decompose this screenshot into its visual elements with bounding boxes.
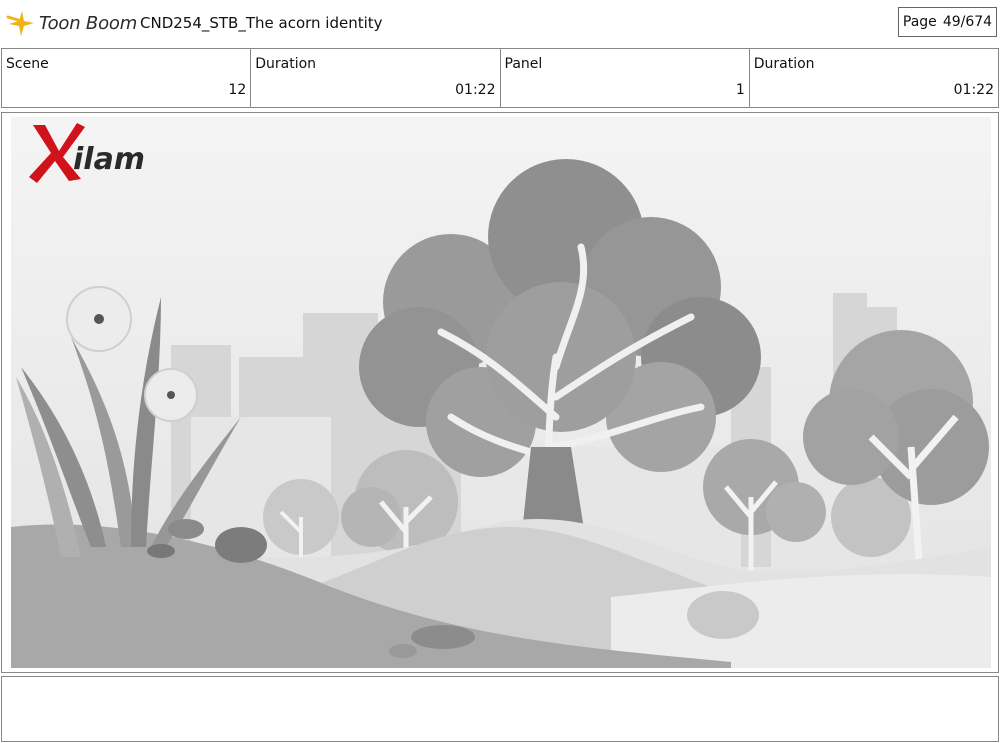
panel-value: 1: [735, 82, 745, 98]
panel-label: Panel: [504, 56, 543, 72]
scene-duration-value: 01:22: [455, 82, 496, 98]
scene-cell: Scene 12: [2, 49, 252, 107]
panel-duration-label: Duration: [753, 56, 815, 72]
scene-value: 12: [228, 82, 247, 98]
toon-boom-logo: Toon Boom: [6, 6, 137, 40]
document-title: CND254_STB_The acorn identity: [140, 14, 383, 32]
logo-text: Toon Boom: [39, 12, 138, 34]
scene-duration-label: Duration: [255, 56, 317, 72]
storyboard-header: Toon Boom CND254_STB_The acorn identity …: [0, 0, 1000, 46]
panel-duration-value: 01:22: [953, 82, 994, 98]
panel-info-table: Scene 12 Duration 01:22 Panel 1 Duration…: [1, 48, 999, 108]
svg-text:ilam: ilam: [73, 142, 145, 177]
panel-artwork: ilam: [11, 117, 991, 668]
page-indicator: Page 49/674: [898, 7, 997, 37]
scene-duration-cell: Duration 01:22: [251, 49, 501, 107]
scene-label: Scene: [6, 56, 49, 72]
storyboard-panel: ilam: [1, 112, 999, 673]
page-label: Page: [902, 14, 937, 30]
toon-boom-star-icon: [6, 11, 34, 36]
panel-duration-cell: Duration 01:22: [750, 49, 998, 107]
panel-notes-area: [1, 676, 999, 742]
panel-cell: Panel 1: [501, 49, 750, 107]
page-number: 49/674: [942, 14, 993, 30]
